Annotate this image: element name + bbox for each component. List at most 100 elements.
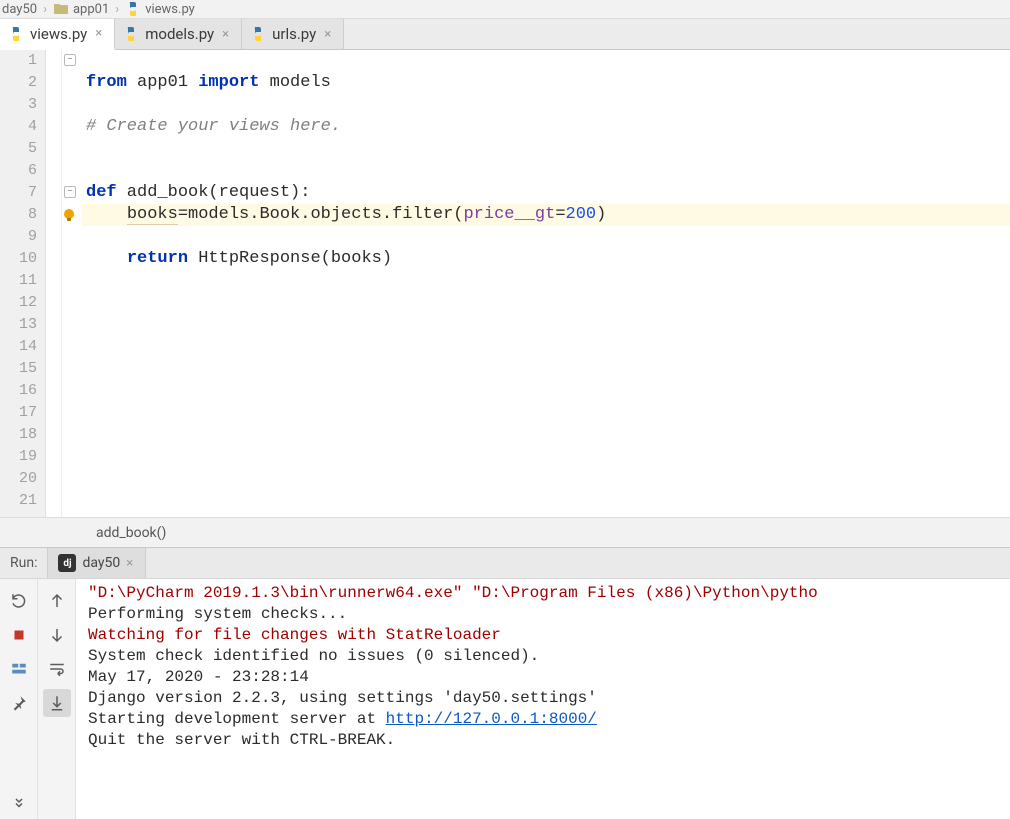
code-line[interactable]: [82, 138, 1010, 160]
code-line[interactable]: books=models.Book.objects.filter(price__…: [82, 204, 1010, 226]
editor-area: 123456789101112131415161718192021 − − fr…: [0, 50, 1010, 547]
line-number: 19: [0, 446, 45, 468]
code-line[interactable]: [82, 94, 1010, 116]
breadcrumb-item[interactable]: day50: [2, 2, 37, 17]
fold-strip: − −: [62, 50, 82, 517]
console-line: Django version 2.2.3, using settings 'da…: [88, 688, 1010, 709]
structure-strip: [46, 50, 62, 517]
stop-icon[interactable]: [5, 621, 33, 649]
run-toolbar-left: [0, 579, 38, 819]
fold-toggle-icon[interactable]: −: [64, 186, 76, 198]
python-file-icon: [123, 26, 139, 42]
code-line[interactable]: [82, 380, 1010, 402]
close-icon[interactable]: ×: [93, 27, 104, 40]
line-number: 14: [0, 336, 45, 358]
console-line: Performing system checks...: [88, 604, 1010, 625]
line-number: 13: [0, 314, 45, 336]
line-number: 6: [0, 160, 45, 182]
line-number: 12: [0, 292, 45, 314]
code-line[interactable]: [82, 490, 1010, 512]
console-line: System check identified no issues (0 sil…: [88, 646, 1010, 667]
run-tab-label: day50: [82, 555, 120, 571]
code-line[interactable]: [82, 50, 1010, 72]
line-number: 3: [0, 94, 45, 116]
code-line[interactable]: [82, 468, 1010, 490]
chevron-right-icon: ›: [115, 2, 119, 17]
line-number: 16: [0, 380, 45, 402]
code-editor[interactable]: from app01 import models # Create your vi…: [82, 50, 1010, 517]
code-line[interactable]: # Create your views here.: [82, 116, 1010, 138]
code-line[interactable]: return HttpResponse(books): [82, 248, 1010, 270]
soft-wrap-icon[interactable]: [43, 655, 71, 683]
run-toolbar-right: [38, 579, 76, 819]
code-line[interactable]: from app01 import models: [82, 72, 1010, 94]
folder-icon: [53, 1, 69, 17]
breadcrumb-item[interactable]: views.py: [125, 1, 195, 17]
console-line: Starting development server at http://12…: [88, 709, 1010, 730]
close-icon[interactable]: ×: [126, 556, 133, 571]
arrow-up-icon[interactable]: [43, 587, 71, 615]
python-file-icon: [125, 1, 141, 17]
chevron-right-icon: ›: [43, 2, 47, 17]
run-console[interactable]: "D:\PyCharm 2019.1.3\bin\runnerw64.exe" …: [76, 579, 1010, 819]
code-line[interactable]: [82, 336, 1010, 358]
line-number: 17: [0, 402, 45, 424]
rerun-icon[interactable]: [5, 587, 33, 615]
line-number: 4: [0, 116, 45, 138]
console-line: Watching for file changes with StatReloa…: [88, 625, 1010, 646]
intention-bulb-icon[interactable]: [60, 206, 78, 224]
code-line[interactable]: [82, 424, 1010, 446]
code-line[interactable]: [82, 446, 1010, 468]
line-number: 9: [0, 226, 45, 248]
scroll-to-end-icon[interactable]: [43, 689, 71, 717]
console-link[interactable]: http://127.0.0.1:8000/: [386, 710, 597, 728]
code-line[interactable]: [82, 402, 1010, 424]
editor-tab[interactable]: views.py ×: [0, 19, 115, 50]
line-number: 2: [0, 72, 45, 94]
editor-tabs: views.py × models.py × urls.py ×: [0, 18, 1010, 50]
close-icon[interactable]: ×: [220, 28, 231, 41]
editor-tab[interactable]: models.py ×: [115, 19, 242, 49]
line-number: 20: [0, 468, 45, 490]
run-toolwindow-body: "D:\PyCharm 2019.1.3\bin\runnerw64.exe" …: [0, 579, 1010, 819]
code-line[interactable]: [82, 358, 1010, 380]
line-number: 10: [0, 248, 45, 270]
context-function-label: add_book(): [96, 525, 166, 541]
code-line[interactable]: [82, 314, 1010, 336]
pin-icon[interactable]: [5, 689, 33, 717]
line-number: 5: [0, 138, 45, 160]
line-number: 11: [0, 270, 45, 292]
line-number: 21: [0, 490, 45, 512]
code-line[interactable]: [82, 292, 1010, 314]
breadcrumb: day50 › app01 › views.py: [0, 0, 1010, 18]
arrow-down-icon[interactable]: [43, 621, 71, 649]
breadcrumb-item[interactable]: app01: [53, 1, 109, 17]
console-line: Quit the server with CTRL-BREAK.: [88, 730, 1010, 751]
tab-label: models.py: [145, 25, 214, 43]
code-line[interactable]: def add_book(request):: [82, 182, 1010, 204]
tab-label: urls.py: [272, 25, 316, 43]
line-number: 1: [0, 50, 45, 72]
console-line: "D:\PyCharm 2019.1.3\bin\runnerw64.exe" …: [88, 583, 1010, 604]
line-number: 18: [0, 424, 45, 446]
tab-label: views.py: [30, 25, 87, 43]
code-line[interactable]: [82, 160, 1010, 182]
more-icon[interactable]: [5, 791, 33, 819]
editor-tab[interactable]: urls.py ×: [242, 19, 344, 49]
run-toolwindow-header: Run: dj day50 ×: [0, 547, 1010, 579]
python-file-icon: [250, 26, 266, 42]
code-line[interactable]: [82, 226, 1010, 248]
layout-icon[interactable]: [5, 655, 33, 683]
line-number: 8: [0, 204, 45, 226]
run-config-tab[interactable]: dj day50 ×: [47, 548, 146, 578]
fold-toggle-icon[interactable]: −: [64, 54, 76, 66]
close-icon[interactable]: ×: [322, 28, 333, 41]
run-label: Run:: [0, 555, 47, 571]
editor-context-bar: add_book(): [0, 517, 1010, 547]
python-file-icon: [8, 26, 24, 42]
line-number: 15: [0, 358, 45, 380]
django-icon: dj: [58, 554, 76, 572]
line-number: 7: [0, 182, 45, 204]
code-line[interactable]: [82, 270, 1010, 292]
console-line: May 17, 2020 - 23:28:14: [88, 667, 1010, 688]
